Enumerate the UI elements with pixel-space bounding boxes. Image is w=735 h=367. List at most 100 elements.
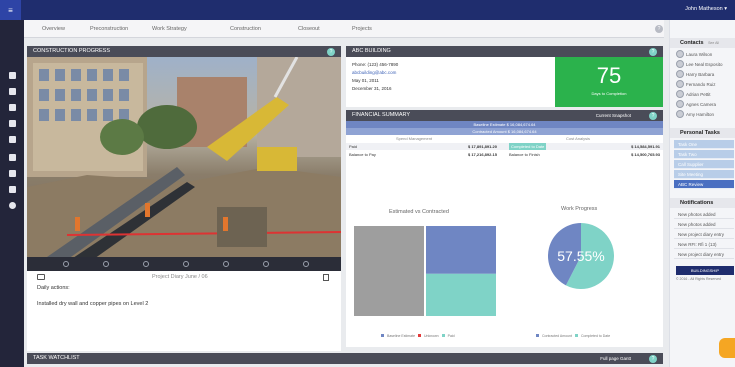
next-icon[interactable]	[143, 261, 149, 267]
construction-photo-illustration	[27, 57, 341, 271]
right-panel: Contacts See All Laura Wilson Lee Neal E…	[669, 20, 735, 367]
construction-photo[interactable]	[27, 57, 341, 271]
personal-tasks-header: Personal Tasks	[670, 128, 735, 138]
chart-title-right: Work Progress	[561, 206, 598, 212]
brand-logo: BUILDINGSHIP	[676, 266, 734, 275]
tab-work-strategy[interactable]: Work Strategy	[152, 26, 187, 32]
bar-unknown	[426, 226, 496, 274]
legend-right: Contracted Amount Completed to Date	[536, 334, 610, 338]
abc-building-info: Phone: (123) 456-7890 abcbuilding@abc.co…	[346, 57, 663, 107]
document-icon[interactable]	[9, 120, 16, 127]
zoom-icon[interactable]	[183, 261, 189, 267]
folder-icon[interactable]	[9, 72, 16, 79]
rotate-icon[interactable]	[223, 261, 229, 267]
cost-col-label: Cost Analysis	[566, 136, 591, 141]
row-value-2: $ 14,584,591.91	[631, 144, 660, 149]
see-all-link[interactable]: See All	[708, 41, 719, 45]
calendar-icon[interactable]	[9, 88, 16, 95]
contact-item[interactable]: Harry Barbara	[676, 70, 732, 79]
gantt-link[interactable]: Full page Gantt	[600, 353, 631, 364]
help-icon[interactable]: ?	[327, 47, 335, 56]
chat-icon[interactable]	[9, 136, 16, 143]
start-date: May 01, 2011	[352, 78, 379, 83]
help-icon[interactable]: ?	[649, 111, 657, 120]
contracted-row: Contracted Amount $ 16,084,674.64	[346, 128, 663, 135]
tab-projects[interactable]: Projects	[352, 26, 372, 32]
notifications-header: Notifications	[670, 198, 735, 208]
people-icon[interactable]	[9, 104, 16, 111]
contact-item[interactable]: Laura Wilson	[676, 50, 732, 59]
phone-text: Phone: (123) 456-7890	[352, 62, 399, 67]
task-item[interactable]: Call Supplier	[674, 160, 734, 169]
tab-overview[interactable]: Overview	[42, 26, 65, 32]
menu-logo-icon[interactable]: ≡	[0, 0, 21, 20]
baseline-row: Baseline Estimate $ 16,084,674.64	[346, 121, 663, 128]
financial-summary-header: FINANCIAL SUMMARY Current Snapshot ?	[346, 110, 663, 121]
fullscreen-icon[interactable]	[263, 261, 269, 267]
contact-name: Fernando Ruiz	[686, 82, 716, 87]
legend-swatch-baseline	[381, 334, 384, 337]
days-to-completion-tile: 75 Days to Completion	[555, 57, 663, 107]
notification-item[interactable]: New project diary entry	[674, 250, 734, 259]
user-menu[interactable]: John Matheson ▾	[685, 6, 727, 12]
contact-name: Lee Neal Esposito	[686, 62, 723, 67]
help-icon[interactable]: ?	[649, 354, 657, 363]
spend-col-label: Spend Management	[396, 136, 433, 141]
help-icon[interactable]: ?	[649, 47, 657, 56]
current-snapshot-link[interactable]: Current Snapshot	[596, 110, 631, 121]
avatar	[676, 50, 684, 58]
tab-preconstruction[interactable]: Preconstruction	[90, 26, 128, 32]
tab-construction[interactable]: Construction	[230, 26, 261, 32]
email-link[interactable]: abcbuilding@abc.com	[352, 70, 396, 75]
legend-item-paid: Paid	[447, 334, 455, 338]
diary-note: Installed dry wall and copper pipes on L…	[37, 301, 149, 307]
contact-name: Laura Wilson	[686, 52, 713, 57]
task-item[interactable]: ABC Review	[674, 180, 734, 189]
notification-item[interactable]: New project diary entry	[674, 230, 734, 239]
task-item[interactable]: Site Meeting	[674, 170, 734, 179]
project-diary: Project Diary June / 06 Daily actions: I…	[27, 271, 341, 351]
row-label: Balance to Pay	[349, 152, 376, 157]
contact-name: Adrian Pettit	[686, 92, 711, 97]
contact-item[interactable]: Agnes Camera	[676, 100, 732, 109]
financial-summary-body: Baseline Estimate $ 16,084,674.64 Contra…	[346, 121, 663, 347]
avatar	[676, 100, 684, 108]
mail-icon[interactable]	[9, 154, 16, 161]
play-icon[interactable]	[63, 261, 69, 267]
legend-swatch-paid	[441, 334, 445, 337]
legend-swatch-completed	[574, 334, 578, 337]
chat-bubble-icon[interactable]	[719, 338, 735, 358]
task-item[interactable]: Task Two	[674, 150, 734, 159]
legend-item-unknown: Unknown	[424, 334, 439, 338]
avatar	[676, 110, 684, 118]
bar-baseline-estimate	[354, 226, 424, 316]
row-label: Paid	[349, 144, 358, 149]
notification-item[interactable]: New RFI: Rfi 1 (13)	[674, 240, 734, 249]
notification-item[interactable]: New photos added	[674, 210, 734, 219]
print-icon[interactable]	[323, 274, 329, 281]
inbox-icon[interactable]	[9, 186, 16, 193]
diary-label: Project Diary June / 06	[152, 274, 208, 280]
task-item[interactable]: Task One	[674, 140, 734, 149]
notification-item[interactable]: New photos added	[674, 220, 734, 229]
contact-name: Agnes Camera	[686, 102, 717, 107]
copyright: © 2016 - All Rights Reserved	[676, 277, 721, 281]
prev-icon[interactable]	[103, 261, 109, 267]
legend-swatch-contracted	[536, 334, 539, 337]
financial-summary-title: FINANCIAL SUMMARY	[352, 112, 411, 118]
contact-item[interactable]: Lee Neal Esposito	[676, 60, 732, 69]
row-value-1: $ 17,891,891.20	[468, 144, 497, 149]
contact-item[interactable]: Fernando Ruiz	[676, 80, 732, 89]
contact-item[interactable]: Adrian Pettit	[676, 90, 732, 99]
abc-building-title: ABC BUILDING	[352, 48, 391, 54]
end-date: December 31, 2016	[352, 86, 392, 91]
help-icon[interactable]: ?	[655, 25, 663, 33]
diary-icon[interactable]	[37, 274, 45, 280]
row-value-1: $ 17,216,892.15	[468, 152, 497, 157]
tab-closeout[interactable]: Closeout	[298, 26, 320, 32]
contact-item[interactable]: Amy Hamilton	[676, 110, 732, 119]
settings-icon[interactable]	[9, 202, 16, 209]
download-icon[interactable]	[303, 261, 309, 267]
legend-left: Baseline Estimate Unknown Paid	[381, 334, 455, 338]
reports-icon[interactable]	[9, 170, 16, 177]
